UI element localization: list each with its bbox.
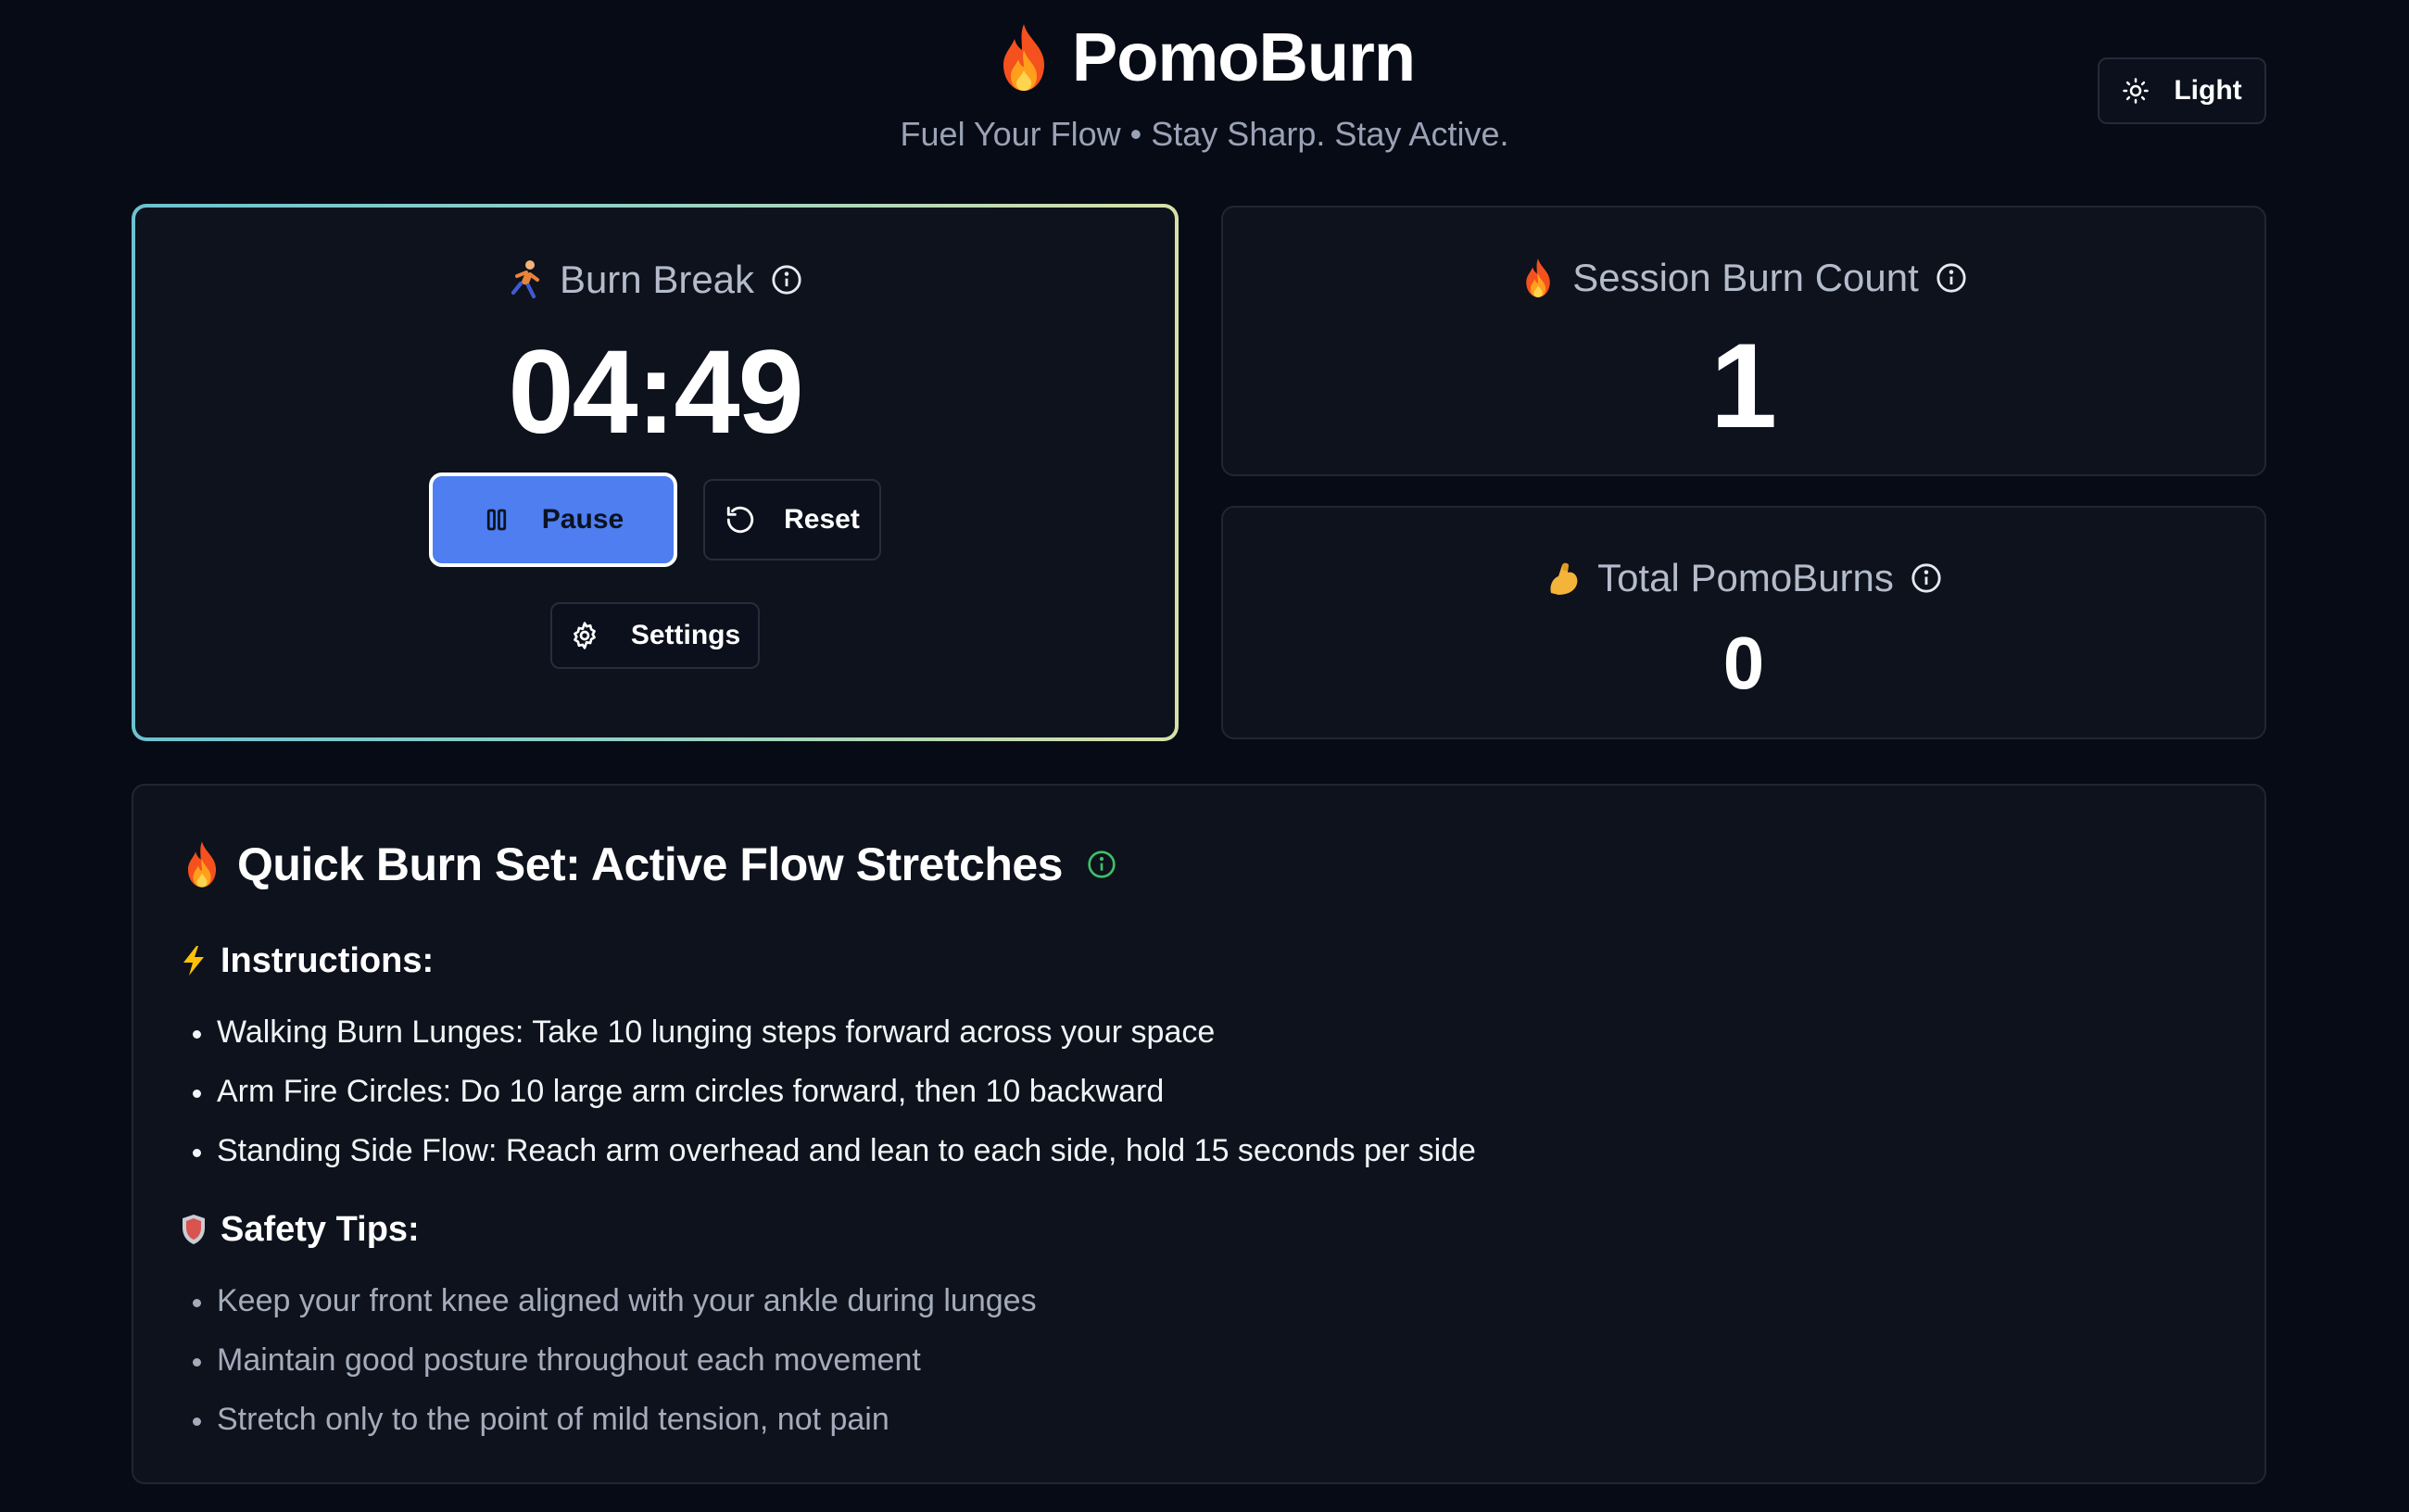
flexed-biceps-emoji-icon [1550, 562, 1578, 595]
session-heading-label: Session Burn Count [1572, 256, 1919, 299]
reset-icon [726, 506, 754, 534]
list-item: Maintain good posture throughout each mo… [189, 1336, 1037, 1395]
burn-set-title: Quick Burn Set: Active Flow Stretches [182, 832, 1116, 897]
safety-tips-heading-label: Safety Tips: [221, 1210, 420, 1249]
reset-button-label: Reset [784, 504, 860, 535]
session-burn-count-value: 1 [1709, 318, 1778, 453]
runner-emoji-icon [511, 260, 539, 298]
settings-button[interactable]: Settings [550, 602, 760, 669]
theme-toggle-label: Light [2174, 75, 2242, 106]
theme-toggle-button[interactable]: Light [2098, 57, 2266, 124]
gear-icon [573, 622, 596, 649]
fire-emoji-icon [187, 841, 217, 888]
info-icon[interactable] [1936, 262, 1967, 294]
timer-heading: Burn Break [135, 254, 1175, 306]
lightning-emoji-icon [183, 946, 204, 976]
list-item: Standing Side Flow: Reach arm overhead a… [189, 1127, 1476, 1186]
tagline: Fuel Your Flow • Stay Sharp. Stay Active… [900, 115, 1509, 153]
info-icon[interactable] [1087, 850, 1116, 879]
reset-button[interactable]: Reset [703, 479, 881, 561]
info-icon[interactable] [1911, 562, 1942, 594]
list-item: Arm Fire Circles: Do 10 large arm circle… [189, 1067, 1476, 1127]
shield-emoji-icon [183, 1215, 205, 1244]
instructions-list: Walking Burn Lunges: Take 10 lunging ste… [189, 1008, 1476, 1186]
info-icon[interactable] [771, 264, 802, 296]
list-item: Walking Burn Lunges: Take 10 lunging ste… [189, 1008, 1476, 1067]
burn-break-timer-card: Burn Break 04:49 Pause Reset Settings [132, 204, 1179, 741]
safety-tips-heading: Safety Tips: [180, 1206, 420, 1253]
total-pomoburns-card: Total PomoBurns 0 [1221, 506, 2266, 739]
title-row: PomoBurn [0, 13, 2409, 102]
pomoburn-page: PomoBurn Fuel Your Flow • Stay Sharp. St… [0, 0, 2409, 1512]
instructions-heading-label: Instructions: [221, 941, 435, 980]
pause-button-label: Pause [541, 504, 624, 535]
fire-emoji-icon [1003, 24, 1044, 91]
instructions-heading: Instructions: [180, 938, 434, 984]
timer-display: 04:49 [508, 326, 803, 459]
fire-emoji-icon [1526, 258, 1550, 297]
total-pomoburns-value: 0 [1722, 622, 1765, 704]
list-item: Stretch only to the point of mild tensio… [189, 1395, 1037, 1455]
burn-set-title-label: Quick Burn Set: Active Flow Stretches [237, 838, 1063, 890]
pause-button[interactable]: Pause [429, 472, 677, 567]
app-title: PomoBurn [1071, 19, 1416, 95]
session-burn-count-card: Session Burn Count 1 [1221, 206, 2266, 476]
safety-tips-list: Keep your front knee aligned with your a… [189, 1277, 1037, 1455]
settings-button-label: Settings [630, 620, 741, 650]
timer-controls: Pause Reset [135, 472, 1175, 567]
pause-icon [486, 509, 506, 531]
quick-burn-set-card: Quick Burn Set: Active Flow Stretches In… [132, 784, 2266, 1484]
timer-heading-label: Burn Break [559, 258, 755, 301]
session-heading: Session Burn Count [1223, 252, 2264, 304]
sun-icon [2123, 78, 2150, 104]
header: PomoBurn Fuel Your Flow • Stay Sharp. St… [0, 0, 2409, 185]
total-heading-label: Total PomoBurns [1597, 556, 1894, 599]
total-heading: Total PomoBurns [1223, 552, 2264, 604]
list-item: Keep your front knee aligned with your a… [189, 1277, 1037, 1336]
